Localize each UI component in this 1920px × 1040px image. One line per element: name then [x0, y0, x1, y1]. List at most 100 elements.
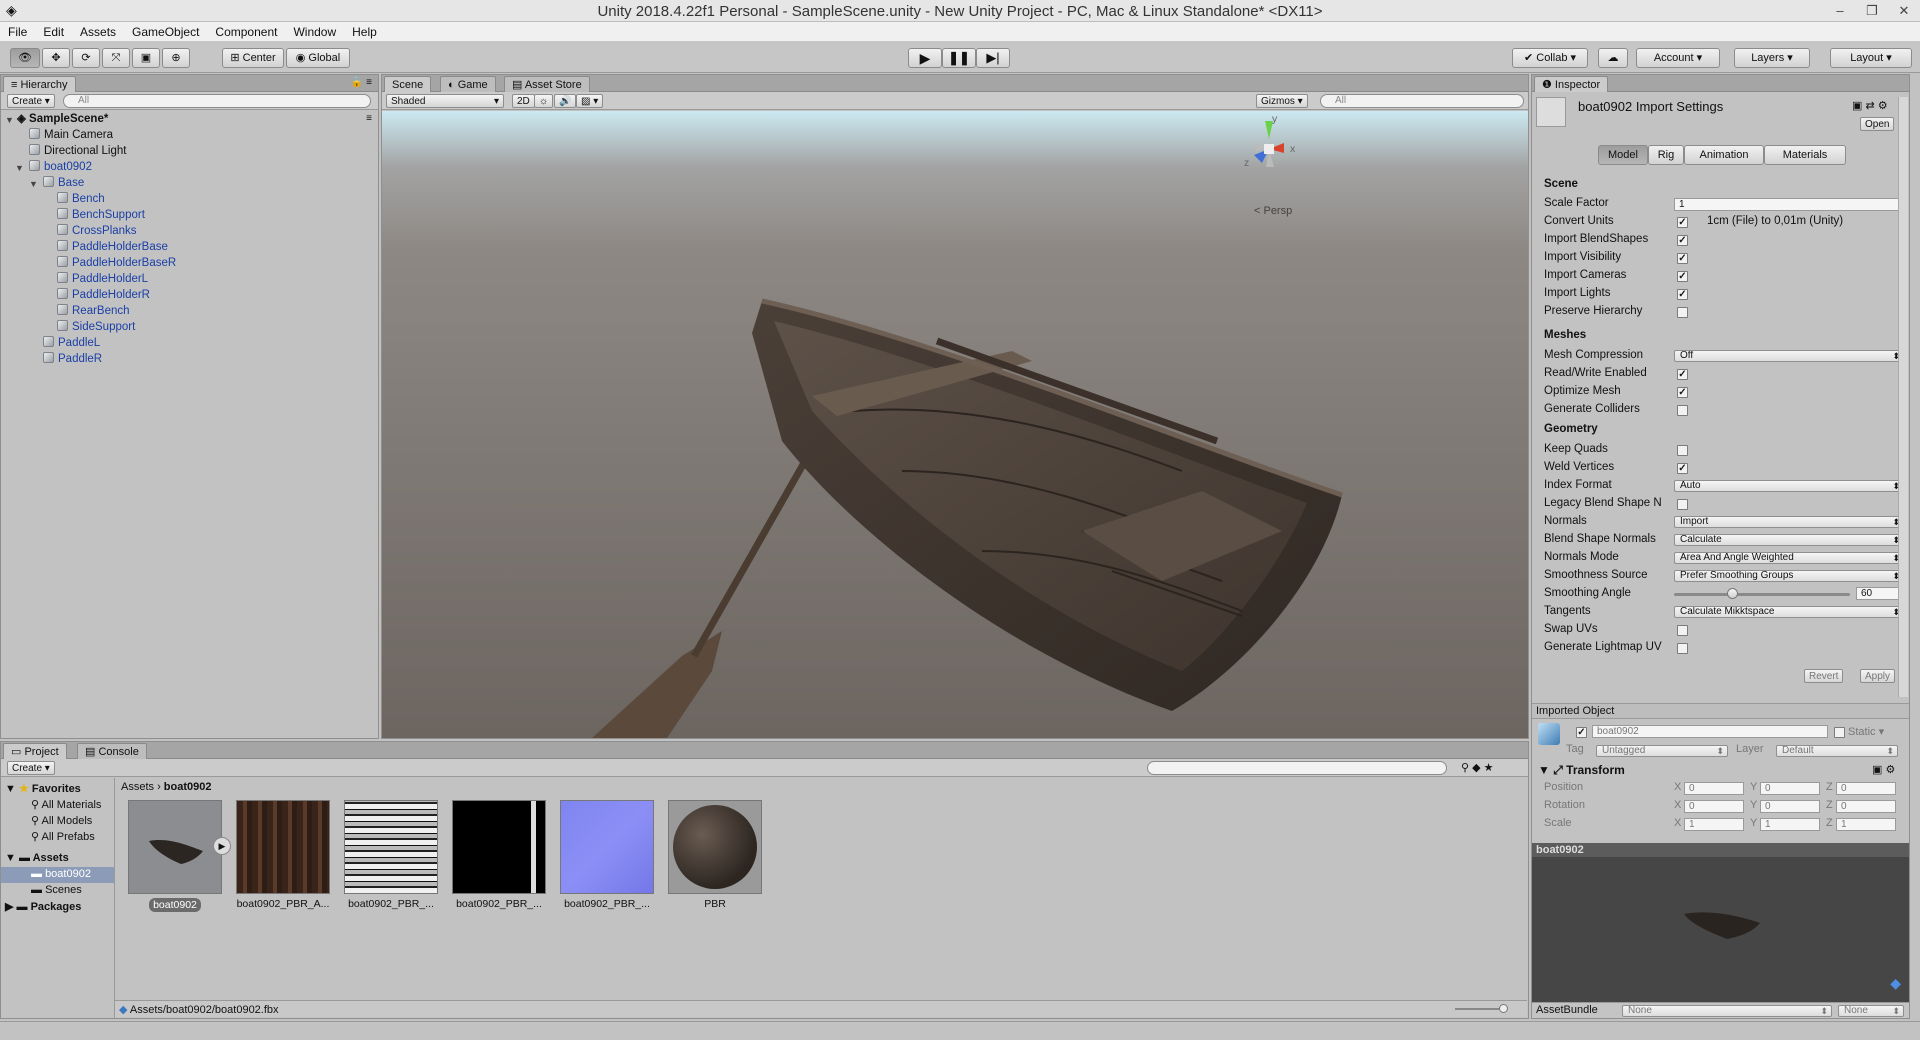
persp-label[interactable]: < Persp [1254, 205, 1292, 217]
close-button[interactable]: ✕ [1888, 0, 1920, 22]
scene-viewport[interactable]: y x z < Persp [382, 111, 1528, 738]
layers-dropdown[interactable]: Layers ▾ [1734, 48, 1810, 68]
tab-materials[interactable]: Materials [1764, 145, 1846, 165]
object-active-checkbox[interactable]: ✓ [1576, 727, 1587, 738]
play-button[interactable]: ▶ [908, 48, 942, 68]
menu-component[interactable]: Component [207, 22, 285, 42]
hierarchy-item[interactable]: RearBench [57, 303, 130, 319]
hierarchy-item[interactable]: PaddleL [43, 335, 100, 351]
preview-tag-icon[interactable]: ◆ [1890, 975, 1901, 992]
assetbundle-variant-dropdown[interactable]: None [1838, 1005, 1904, 1017]
fav-all-prefabs[interactable]: ⚲ All Prefabs [31, 830, 95, 843]
collab-dropdown[interactable]: ✔ Collab ▾ [1512, 48, 1588, 68]
hierarchy-create-button[interactable]: Create ▾ [7, 94, 55, 108]
menu-help[interactable]: Help [344, 22, 385, 42]
pause-button[interactable]: ❚❚ [942, 48, 976, 68]
index-format-dropdown[interactable]: Auto [1674, 480, 1904, 492]
scene-expand-arrow[interactable]: ▼ [5, 115, 14, 125]
tab-scene[interactable]: Scene [384, 76, 432, 92]
asset-pbr-normal[interactable]: boat0902_PBR_... [559, 800, 655, 910]
project-create-button[interactable]: Create ▾ [7, 761, 55, 775]
shading-dropdown[interactable]: Shaded ▾ [386, 94, 504, 108]
orientation-gizmo[interactable]: y x z [1234, 111, 1304, 191]
hierarchy-item[interactable]: boat0902 [29, 159, 92, 175]
inspector-scrollbar[interactable] [1898, 97, 1908, 697]
scale-field[interactable]: 1 [1760, 818, 1820, 831]
smoothness-dropdown[interactable]: Prefer Smoothing Groups [1674, 570, 1904, 582]
folder-boat0902[interactable]: ▬ boat0902 [31, 868, 91, 880]
hierarchy-search-input[interactable]: All [63, 94, 371, 108]
layout-dropdown[interactable]: Layout ▾ [1830, 48, 1912, 68]
assetbundle-dropdown[interactable]: None [1622, 1005, 1832, 1017]
breadcrumb-root[interactable]: Assets [121, 781, 154, 793]
mesh-compression-dropdown[interactable]: Off [1674, 350, 1904, 362]
effects-dropdown[interactable]: ▨ ▾ [576, 94, 604, 108]
transform-tool-button[interactable]: ⊕ [162, 48, 190, 68]
cloud-button[interactable]: ☁ [1598, 48, 1628, 68]
static-checkbox[interactable] [1834, 727, 1845, 738]
hierarchy-item[interactable]: CrossPlanks [57, 223, 137, 239]
normals-dropdown[interactable]: Import [1674, 516, 1904, 528]
menu-file[interactable]: File [0, 22, 35, 42]
smoothing-angle-thumb[interactable] [1727, 588, 1739, 599]
rotation-field[interactable]: 0 [1760, 800, 1820, 813]
hierarchy-item[interactable]: SideSupport [57, 319, 135, 335]
favorites-node[interactable]: ▼ ★ Favorites [5, 782, 81, 795]
account-dropdown[interactable]: Account ▾ [1636, 48, 1720, 68]
rotation-field[interactable]: 0 [1836, 800, 1896, 813]
pivot-center-button[interactable]: ⊞ Center [222, 48, 284, 68]
weld-vertices-checkbox[interactable]: ✓ [1677, 463, 1688, 474]
assets-node[interactable]: ▼ ▬ Assets [5, 852, 69, 864]
packages-node[interactable]: ▶ ▬ Packages [5, 900, 81, 913]
import-lights-checkbox[interactable]: ✓ [1677, 289, 1688, 300]
tab-rig[interactable]: Rig [1648, 145, 1684, 165]
scale-tool-button[interactable]: ⤧ [102, 48, 130, 68]
tab-inspector[interactable]: ❶ Inspector [1534, 76, 1609, 92]
convert-units-checkbox[interactable]: ✓ [1677, 217, 1688, 228]
tab-game[interactable]: ◐ Game [440, 76, 496, 92]
position-field[interactable]: 0 [1684, 782, 1744, 795]
panel-menu-icon[interactable]: 🔒 ≡ [351, 77, 372, 88]
position-field[interactable]: 0 [1760, 782, 1820, 795]
asset-pbr-metallic[interactable]: boat0902_PBR_... [451, 800, 547, 910]
hierarchy-item[interactable]: PaddleHolderL [57, 271, 148, 287]
lighting-toggle[interactable]: ☼ [534, 94, 554, 108]
hierarchy-item[interactable]: PaddleHolderBase [57, 239, 168, 255]
hierarchy-item[interactable]: Directional Light [29, 143, 126, 159]
open-button[interactable]: Open [1860, 117, 1895, 131]
expand-arrow[interactable]: ▼ [15, 163, 24, 173]
expand-asset-icon[interactable]: ▶ [213, 837, 231, 855]
inspector-header-icons[interactable]: ▣ ⇄ ⚙ [1852, 99, 1888, 112]
normals-mode-dropdown[interactable]: Area And Angle Weighted [1674, 552, 1904, 564]
scale-field[interactable]: 1 [1836, 818, 1896, 831]
menu-gameobject[interactable]: GameObject [124, 22, 207, 42]
rect-tool-button[interactable]: ▣ [132, 48, 160, 68]
import-cameras-checkbox[interactable]: ✓ [1677, 271, 1688, 282]
tab-hierarchy[interactable]: ≡ Hierarchy [3, 76, 76, 92]
hierarchy-item[interactable]: PaddleR [43, 351, 102, 367]
rotate-tool-button[interactable]: ⟳ [72, 48, 100, 68]
optimize-mesh-checkbox[interactable]: ✓ [1677, 387, 1688, 398]
scene-root[interactable]: ◈ SampleScene* [17, 111, 108, 127]
asset-pbr-albedo[interactable]: boat0902_PBR_A... [235, 800, 331, 910]
hand-tool-button[interactable]: 👁 [10, 48, 40, 68]
breadcrumb-current[interactable]: boat0902 [164, 781, 212, 793]
expand-arrow[interactable]: ▼ [29, 179, 38, 189]
hierarchy-item[interactable]: PaddleHolderBaseR [57, 255, 176, 271]
read-write-checkbox[interactable]: ✓ [1677, 369, 1688, 380]
tab-animation[interactable]: Animation [1684, 145, 1764, 165]
generate-colliders-checkbox[interactable] [1677, 405, 1688, 416]
asset-pbr-ao[interactable]: boat0902_PBR_... [343, 800, 439, 910]
gizmos-dropdown[interactable]: Gizmos ▾ [1256, 94, 1308, 108]
menu-edit[interactable]: Edit [35, 22, 72, 42]
pivot-global-button[interactable]: ◉ Global [286, 48, 350, 68]
tag-dropdown[interactable]: Untagged [1596, 745, 1728, 757]
swap-uvs-checkbox[interactable] [1677, 625, 1688, 636]
hierarchy-item[interactable]: BenchSupport [57, 207, 145, 223]
minimize-button[interactable]: – [1824, 0, 1856, 22]
step-button[interactable]: ▶| [976, 48, 1010, 68]
asset-boat0902-model[interactable]: ▶ boat0902 [127, 800, 231, 912]
menu-window[interactable]: Window [285, 22, 344, 42]
import-visibility-checkbox[interactable]: ✓ [1677, 253, 1688, 264]
smoothing-angle-track[interactable] [1674, 593, 1850, 596]
